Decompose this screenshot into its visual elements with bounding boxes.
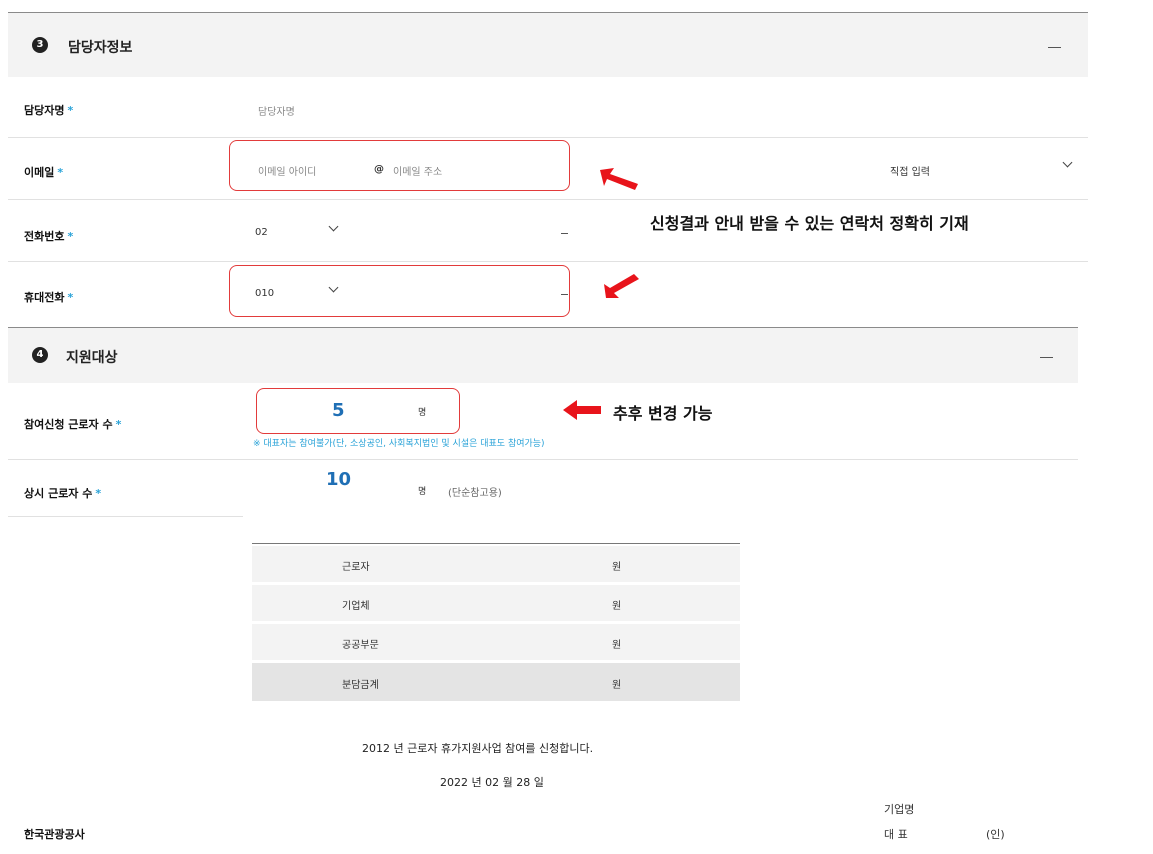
chevron-down-icon[interactable] xyxy=(328,221,339,232)
highlight-box-participants xyxy=(256,388,460,434)
table-cell-label: 분담금계 xyxy=(342,680,379,691)
table-cell-label: 근로자 xyxy=(342,562,370,573)
annotation-change-note: 추후 변경 가능 xyxy=(613,404,713,423)
table-cell-label: 공공부문 xyxy=(342,640,379,651)
highlight-box-mobile xyxy=(229,265,570,317)
table-cell-unit: 원 xyxy=(612,562,622,573)
manager-name-label: 담당자명 * xyxy=(24,104,74,117)
summary-table-top-border xyxy=(252,543,740,544)
participants-notice: ※ 대표자는 참여불가(단, 소상공인, 사회복지법인 및 시설은 대표도 참여… xyxy=(253,439,545,449)
table-cell-unit: 원 xyxy=(612,601,622,612)
red-arrow-icon xyxy=(604,274,639,298)
step-number-badge: 4 xyxy=(32,347,48,363)
phone-separator xyxy=(561,233,568,234)
required-mark: * xyxy=(95,487,102,500)
required-mark: * xyxy=(57,166,64,179)
red-arrow-icon xyxy=(600,168,638,190)
table-row: 기업체 원 xyxy=(252,585,740,621)
row-divider xyxy=(8,516,243,517)
seal-mark: (인) xyxy=(986,828,1005,841)
declaration-statement: 2012 년 근로자 휴가지원사업 참여를 신청합니다. xyxy=(362,742,594,755)
section-header-contact[interactable]: 3 담당자정보 xyxy=(8,12,1088,77)
phone-label: 전화번호 * xyxy=(24,230,74,243)
section-title: 지원대상 xyxy=(66,350,118,366)
required-mark: * xyxy=(67,230,74,243)
manager-name-input[interactable]: 담당자명 xyxy=(258,103,295,118)
table-cell-unit: 원 xyxy=(612,640,622,651)
regular-workers-label: 상시 근로자 수 * xyxy=(24,487,102,500)
company-name-label: 기업명 xyxy=(884,803,915,816)
red-arrow-icon xyxy=(563,400,601,420)
phone-area-select[interactable]: 02 xyxy=(255,227,268,238)
table-row: 근로자 원 xyxy=(252,546,740,582)
required-mark: * xyxy=(115,418,122,431)
collapse-icon[interactable] xyxy=(1048,47,1061,48)
table-row: 공공부문 원 xyxy=(252,624,740,660)
row-divider xyxy=(8,261,1088,262)
representative-label: 대 표 xyxy=(884,828,908,841)
declaration-date: 2022 년 02 월 28 일 xyxy=(440,776,544,789)
required-mark: * xyxy=(67,291,74,304)
row-divider xyxy=(8,199,1088,200)
table-cell-label: 기업체 xyxy=(342,601,370,612)
row-divider xyxy=(8,459,1078,460)
chevron-down-icon[interactable] xyxy=(1062,157,1073,168)
email-domain-select[interactable]: 직접 입력 xyxy=(890,163,930,178)
regular-workers-input[interactable]: 10 xyxy=(326,469,351,490)
email-label: 이메일 * xyxy=(24,166,64,179)
regular-workers-unit: 명 xyxy=(418,487,427,497)
participants-label: 참여신청 근로자 수 * xyxy=(24,418,122,431)
collapse-icon[interactable] xyxy=(1040,357,1053,358)
step-number-badge: 3 xyxy=(32,37,48,53)
regular-workers-note: (단순참고용) xyxy=(448,488,502,499)
annotation-contact-note: 신청결과 안내 받을 수 있는 연락처 정확히 기재 xyxy=(650,214,969,233)
table-cell-unit: 원 xyxy=(612,680,622,691)
highlight-box-email xyxy=(229,140,570,191)
table-row-total: 분담금계 원 xyxy=(252,663,740,701)
required-mark: * xyxy=(67,104,74,117)
section-header-support-target[interactable]: 4 지원대상 xyxy=(8,327,1078,383)
organization-name: 한국관광공사 xyxy=(24,828,85,841)
section-title: 담당자정보 xyxy=(68,40,133,56)
mobile-label: 휴대전화 * xyxy=(24,291,74,304)
row-divider xyxy=(8,137,1088,138)
